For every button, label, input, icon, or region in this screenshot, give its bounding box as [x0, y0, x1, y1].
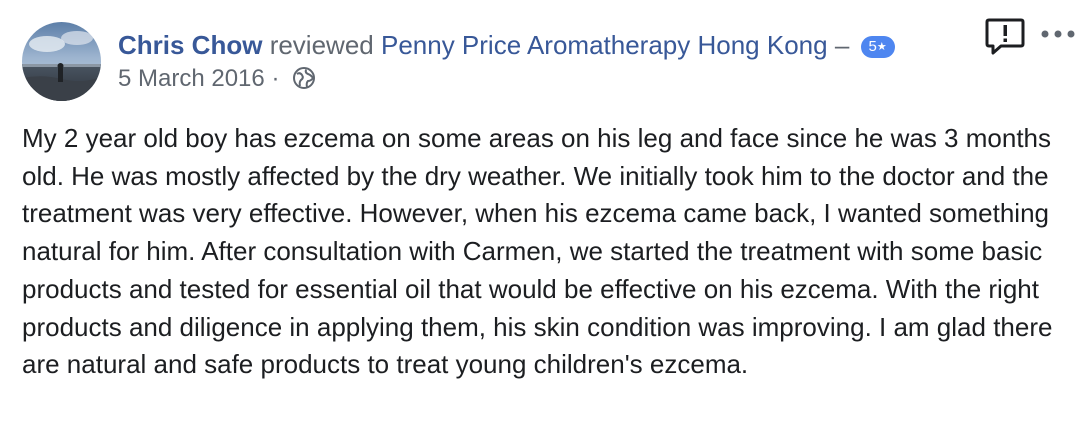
review-title-line: Chris Chow reviewed Penny Price Aromathe… — [118, 28, 895, 62]
review-text: My 2 year old boy has ezcema on some are… — [22, 123, 1053, 380]
review-header: Chris Chow reviewed Penny Price Aromathe… — [118, 28, 895, 98]
review-meta-line: 5 March 2016 · — [118, 64, 895, 98]
reviewed-text: reviewed — [269, 30, 374, 60]
report-icon[interactable] — [985, 17, 1025, 57]
globe-icon[interactable] — [292, 66, 316, 98]
page-name-link[interactable]: Penny Price Aromatherapy Hong Kong — [381, 30, 828, 60]
rating-badge: 5★ — [860, 36, 895, 58]
avatar[interactable] — [22, 22, 101, 101]
rating-value: 5 — [868, 38, 877, 55]
more-options-icon[interactable] — [1040, 24, 1076, 44]
dash-separator: – — [834, 30, 850, 60]
meta-separator: · — [271, 65, 280, 92]
avatar-image — [22, 22, 101, 101]
star-icon: ★ — [876, 41, 887, 53]
author-name-link[interactable]: Chris Chow — [118, 30, 262, 60]
review-date-link[interactable]: 5 March 2016 — [118, 65, 265, 92]
